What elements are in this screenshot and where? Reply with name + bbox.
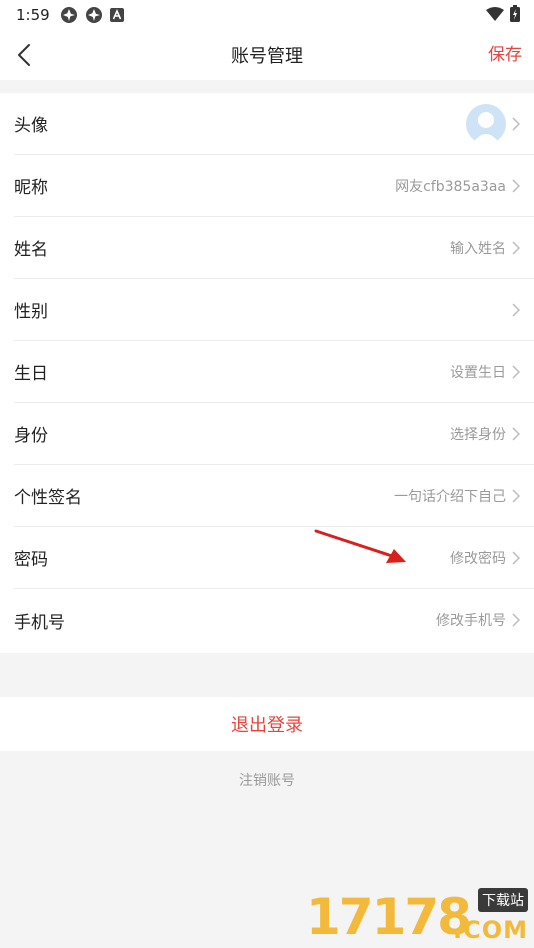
- status-right: [486, 4, 520, 26]
- row-right: 设置生日: [450, 362, 520, 382]
- row-gender[interactable]: 性别: [14, 279, 534, 341]
- row-label: 密码: [14, 550, 48, 570]
- row-right: 输入姓名: [450, 238, 520, 258]
- row-phone[interactable]: 手机号 修改手机号: [14, 589, 534, 651]
- app-icon: [60, 6, 78, 24]
- a-icon: [109, 8, 124, 22]
- logout-label: 退出登录: [231, 715, 303, 736]
- watermark-logo: 17178 下载站 .COM: [306, 884, 532, 948]
- save-button[interactable]: 保存: [488, 30, 522, 80]
- row-right: 修改手机号: [436, 610, 520, 630]
- row-right: 选择身份: [450, 424, 520, 444]
- watermark-number: 17178: [306, 888, 472, 946]
- avatar: [466, 103, 506, 144]
- row-birthday[interactable]: 生日 设置生日: [14, 341, 534, 403]
- status-time: 1:59: [16, 6, 50, 24]
- row-right: [512, 302, 520, 317]
- chevron-right-icon: [512, 613, 520, 627]
- row-identity[interactable]: 身份 选择身份: [14, 403, 534, 465]
- row-label: 身份: [14, 426, 48, 446]
- user-icon: [472, 111, 500, 144]
- app-icon: [85, 6, 103, 24]
- row-value: 网友cfb385a3aa: [395, 178, 506, 195]
- page-title: 账号管理: [231, 46, 303, 67]
- row-label: 手机号: [14, 612, 65, 633]
- row-nickname[interactable]: 昵称 网友cfb385a3aa: [14, 155, 534, 217]
- deactivate-account-link[interactable]: 注销账号: [0, 770, 534, 790]
- row-label: 生日: [14, 364, 48, 384]
- row-right: 网友cfb385a3aa: [395, 176, 520, 196]
- row-right: 一句话介绍下自己: [394, 486, 520, 506]
- chevron-right-icon: [512, 240, 520, 255]
- row-label: 头像: [14, 116, 48, 136]
- row-value: 设置生日: [450, 364, 506, 381]
- chevron-left-icon: [18, 44, 30, 66]
- row-password[interactable]: 密码 修改密码: [14, 527, 534, 589]
- chevron-right-icon: [512, 178, 520, 193]
- row-label: 性别: [14, 302, 48, 322]
- row-avatar[interactable]: 头像: [14, 93, 534, 155]
- row-value: 选择身份: [450, 426, 506, 443]
- logout-button[interactable]: 退出登录: [0, 697, 534, 751]
- row-right: [466, 103, 520, 144]
- row-value: 一句话介绍下自己: [394, 488, 506, 505]
- chevron-right-icon: [512, 550, 520, 565]
- row-value: 修改密码: [450, 550, 506, 567]
- chevron-right-icon: [512, 364, 520, 379]
- row-name[interactable]: 姓名 输入姓名: [14, 217, 534, 279]
- nav-bar: 账号管理 保存: [0, 30, 534, 80]
- row-value: 修改手机号: [436, 613, 506, 629]
- settings-list: 头像 昵称 网友cfb385a3aa 姓名 输入姓名 性别 生日 设置生日 身份…: [0, 93, 534, 653]
- row-signature[interactable]: 个性签名 一句话介绍下自己: [14, 465, 534, 527]
- row-right: 修改密码: [450, 548, 520, 568]
- watermark-tag: 下载站: [478, 888, 528, 912]
- watermark-suffix: .COM: [452, 916, 528, 944]
- chevron-right-icon: [512, 488, 520, 503]
- row-label: 昵称: [14, 178, 48, 198]
- wifi-icon: [486, 6, 504, 25]
- chevron-right-icon: [512, 426, 520, 441]
- row-label: 个性签名: [14, 488, 82, 508]
- back-button[interactable]: [4, 30, 44, 80]
- chevron-right-icon: [512, 116, 520, 131]
- row-value: 输入姓名: [450, 240, 506, 257]
- chevron-right-icon: [512, 302, 520, 317]
- row-label: 姓名: [14, 240, 48, 260]
- status-bar: 1:59: [0, 0, 534, 30]
- battery-icon: [510, 4, 520, 26]
